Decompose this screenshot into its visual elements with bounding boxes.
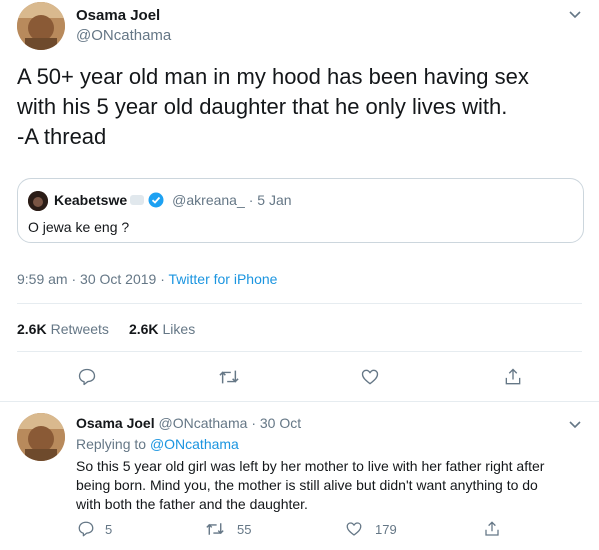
likes-count: 2.6K	[128, 321, 159, 337]
divider	[0, 401, 599, 402]
reply-text-line: So this 5 year old girl was left by her …	[76, 458, 545, 474]
tweet-timestamp[interactable]: 9:59 am · 30 Oct 2019	[17, 271, 156, 287]
tweet-text-line: -A thread	[17, 124, 107, 149]
reply-icon	[77, 520, 95, 538]
heart-icon[interactable]	[360, 367, 380, 387]
verified-badge-icon	[148, 192, 164, 208]
reply-author-avatar[interactable]	[17, 413, 65, 461]
retweet-action[interactable]: 55	[205, 520, 251, 538]
tweet-text-line: A 50+ year old man in my hood has been h…	[17, 64, 529, 89]
tweet-source[interactable]: Twitter for iPhone	[169, 271, 278, 287]
author-name[interactable]: Osama Joel	[76, 7, 160, 24]
share-icon[interactable]	[483, 520, 501, 538]
quoted-author-name: Keabetswe	[54, 192, 128, 208]
reply-date[interactable]: · 30 Oct	[251, 415, 301, 431]
retweet-icon[interactable]	[218, 367, 240, 387]
share-icon[interactable]	[503, 367, 523, 387]
tweet-text-line: with his 5 year old daughter that he onl…	[17, 94, 508, 119]
reply-text-line: with both the father and the daughter.	[76, 496, 308, 512]
like-count: 179	[375, 521, 397, 537]
reply-author-handle[interactable]: @ONcathama	[159, 415, 248, 431]
retweets-label: Retweets	[50, 321, 109, 337]
quoted-text: O jewa ke eng ?	[28, 219, 130, 235]
avatar-image	[17, 2, 65, 50]
replying-to-label: Replying to	[76, 436, 147, 452]
reply-text: So this 5 year old girl was left by her …	[76, 457, 544, 514]
author-avatar[interactable]	[17, 2, 65, 50]
quoted-tweet[interactable]: Keabetswe @akreana_ · 5 Jan O jewa ke en…	[17, 178, 584, 243]
likes-label: Likes	[162, 321, 196, 337]
likes-stat[interactable]: 2.6K Likes	[129, 321, 195, 337]
replying-to-handle[interactable]: @ONcathama	[150, 436, 239, 452]
retweets-stat[interactable]: 2.6K Retweets	[17, 321, 109, 337]
reply-author-name[interactable]: Osama Joel	[76, 415, 155, 431]
quoted-author-avatar	[28, 191, 48, 211]
reply-icon[interactable]	[77, 367, 97, 387]
divider	[17, 351, 582, 352]
avatar-image	[17, 413, 65, 461]
retweets-count: 2.6K	[17, 321, 47, 337]
retweet-count: 55	[237, 521, 252, 537]
divider	[17, 303, 582, 304]
author-handle[interactable]: @ONcathama	[76, 27, 171, 44]
reply-action[interactable]: 5	[77, 520, 112, 538]
tweet-text: A 50+ year old man in my hood has been h…	[17, 62, 529, 152]
reply-count: 5	[105, 521, 113, 537]
heart-icon	[345, 520, 363, 538]
chevron-down-icon[interactable]	[567, 416, 583, 437]
reply-text-line: being born. Mind you, the mother is stil…	[76, 477, 538, 493]
retweet-icon	[205, 520, 225, 538]
like-action[interactable]: 179	[345, 520, 397, 538]
quoted-date: · 5 Jan	[248, 192, 292, 208]
quoted-author-handle: @akreana_	[172, 192, 245, 208]
emoji-icon	[130, 195, 145, 205]
chevron-down-icon[interactable]	[567, 6, 583, 27]
